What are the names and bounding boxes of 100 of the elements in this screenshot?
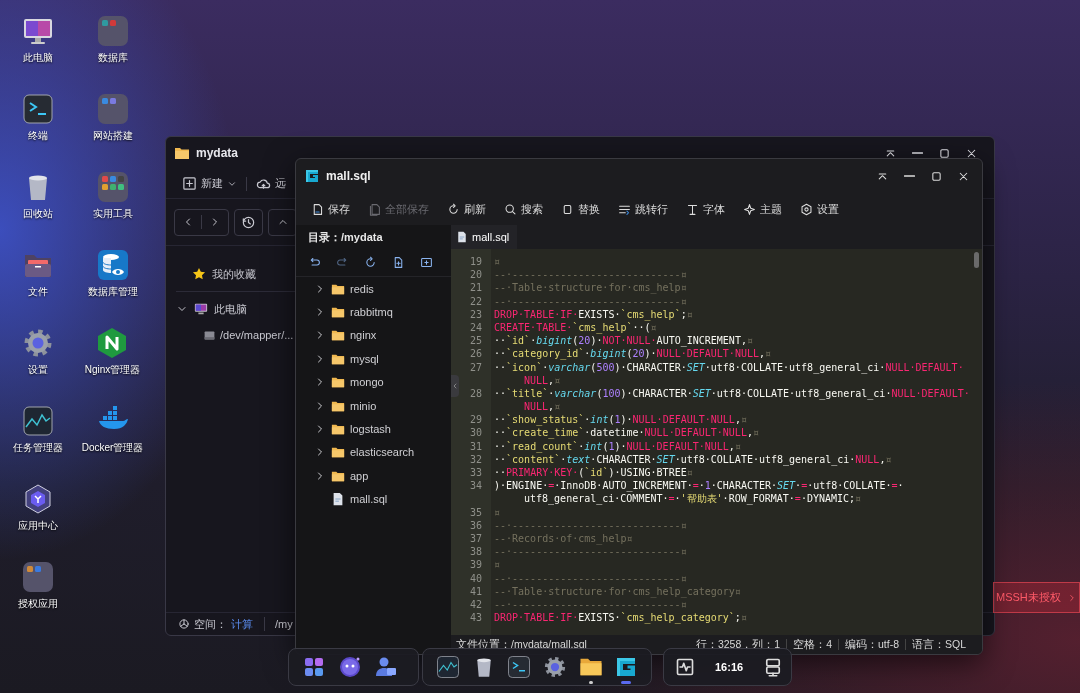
history-button[interactable]: [234, 208, 263, 236]
activity-button[interactable]: [675, 657, 695, 677]
sidebar-item[interactable]: 我的收藏: [176, 261, 256, 287]
terminal-icon: [507, 655, 532, 679]
code-line: ··`show_status`·int(1)·NULL·DEFAULT·NULL,¤: [493, 413, 747, 427]
start-button[interactable]: [302, 655, 326, 679]
desktop-shortcut[interactable]: 应用中心: [17, 483, 58, 533]
line-number: 39: [468, 558, 483, 572]
line-number: 24: [468, 320, 483, 335]
code-line: NULL,¤: [523, 373, 561, 387]
desktop-shortcut[interactable]: 终端: [21, 93, 54, 143]
hexagon-logo-icon: [96, 327, 129, 359]
code-line: ¤: [493, 255, 501, 269]
scrollbar-thumb[interactable]: [974, 252, 979, 268]
user-button[interactable]: [374, 655, 398, 679]
tree-item[interactable]: redis: [296, 277, 451, 301]
font-icon: [686, 202, 699, 216]
gear-icon: [543, 655, 568, 679]
task-manager-button[interactable]: [436, 655, 460, 679]
tree-item[interactable]: mysql: [296, 347, 451, 371]
new-file-icon: [392, 256, 405, 269]
remote-button[interactable]: 远: [256, 176, 286, 191]
maximize-button[interactable]: [938, 146, 951, 160]
desktop-shortcut[interactable]: 文件: [21, 249, 54, 299]
desktop-shortcut[interactable]: 数据库管理: [87, 249, 138, 299]
code-line: --·----------------------------¤: [493, 545, 687, 559]
code-line: --·----------------------------¤: [493, 598, 687, 612]
line-chart-icon: [21, 405, 54, 437]
sidebar-item[interactable]: 此电脑: [176, 296, 247, 322]
space-link[interactable]: 计算: [231, 616, 253, 632]
desktop-shortcut[interactable]: Nginx管理器: [84, 327, 141, 377]
tree-item[interactable]: elasticsearch: [296, 440, 451, 465]
robot-icon: [338, 655, 362, 679]
code-line: ··`read_count`·int(1)·NULL·DEFAULT·NULL,¤: [493, 439, 741, 453]
font-button[interactable]: 字体: [686, 201, 725, 217]
search-button[interactable]: 搜索: [504, 201, 543, 217]
code-line: CREATE·TABLE·`cms_help`··(¤: [493, 321, 657, 335]
tree-item[interactable]: app: [296, 464, 451, 488]
line-number: 41: [468, 584, 483, 598]
drive-icon: [203, 328, 216, 342]
code-line: --·Records·of·cms_help¤: [493, 531, 633, 546]
theme-button[interactable]: 主题: [743, 201, 782, 217]
tree-item[interactable]: logstash: [296, 417, 451, 441]
code-line: DROP·TABLE·IF·EXISTS·`cms_help_category`;¤: [493, 611, 747, 625]
license-warning[interactable]: MSSH未授权: [993, 582, 1080, 613]
desktop-shortcut[interactable]: 回收站: [21, 171, 54, 221]
database-icon: [96, 249, 129, 281]
terminal-button[interactable]: [507, 655, 532, 679]
file-tab[interactable]: mall.sql: [451, 225, 518, 249]
tree-item[interactable]: minio: [296, 393, 451, 418]
desktop-shortcut[interactable]: 实用工具: [92, 171, 133, 221]
code-line: --·----------------------------¤: [493, 294, 687, 308]
desktop-shortcut[interactable]: 网站搭建: [92, 93, 133, 143]
refresh-button[interactable]: [364, 256, 377, 269]
folder-icon: [331, 328, 345, 343]
assistant-button[interactable]: [338, 655, 362, 679]
minimize-icon: [904, 175, 915, 177]
line-number: 36: [468, 518, 483, 532]
app-group-icon: [21, 561, 54, 593]
app-group-icon: [96, 171, 129, 203]
desktop-shortcut[interactable]: 设置: [21, 327, 54, 377]
app-group-icon: [96, 93, 129, 125]
new-button[interactable]: 新建: [182, 176, 237, 191]
back-button[interactable]: [308, 256, 321, 269]
space-label: 空间：: [194, 616, 227, 632]
refresh-icon: [447, 202, 460, 216]
desktop-shortcut[interactable]: 任务管理器: [12, 405, 63, 455]
new-folder-icon: [420, 256, 433, 269]
desktop-shortcut[interactable]: 授权应用: [17, 561, 58, 611]
desktop-shortcut[interactable]: Docker管理器: [81, 405, 144, 455]
collapse-handle[interactable]: [451, 375, 459, 397]
maximize-button[interactable]: [930, 169, 943, 183]
settings-button[interactable]: [543, 655, 568, 679]
line-number: 40: [468, 571, 483, 585]
sidebar-item[interactable]: /dev/mapper/...: [176, 322, 294, 348]
tree-item[interactable]: nginx: [296, 323, 451, 348]
desktop-shortcut[interactable]: 数据库: [96, 15, 129, 65]
code-line: )·ENGINE·=·InnoDB·AUTO_INCREMENT·=·1·CHARACTER·SET·=·utf8·COLLATE·=·: [493, 479, 904, 493]
code-line: --·Table·structure·for·cms_help¤: [493, 281, 687, 295]
new-file-button[interactable]: [392, 256, 405, 269]
tree-item[interactable]: rabbitmq: [296, 300, 451, 324]
replace-button[interactable]: 替换: [561, 201, 600, 217]
desktop-shortcut[interactable]: 此电脑: [21, 15, 54, 65]
maximize-icon: [938, 146, 951, 160]
forward-button[interactable]: [336, 256, 349, 269]
code-line: utf8_general_ci·COMMENT·=·'帮助表'·ROW_FORMAT·=·DYNAMIC;¤: [523, 492, 862, 506]
line-number: 20: [468, 268, 483, 282]
app-grid-icon: [302, 655, 326, 679]
editor-logo-icon: [304, 168, 320, 184]
go-to-line-button[interactable]: 跳转行: [618, 201, 668, 217]
code-line: NULL,¤: [523, 400, 561, 414]
tree-item[interactable]: mall.sql: [296, 487, 451, 511]
save-button[interactable]: 保存: [311, 201, 350, 217]
tree-item[interactable]: mongo: [296, 370, 451, 394]
settings-button[interactable]: 设置: [800, 201, 839, 217]
theme-icon: [743, 202, 756, 216]
code-line: --·----------------------------¤: [493, 518, 687, 532]
code-line: ¤: [493, 558, 501, 572]
refresh-button[interactable]: 刷新: [447, 201, 486, 217]
new-folder-button[interactable]: [420, 256, 433, 269]
